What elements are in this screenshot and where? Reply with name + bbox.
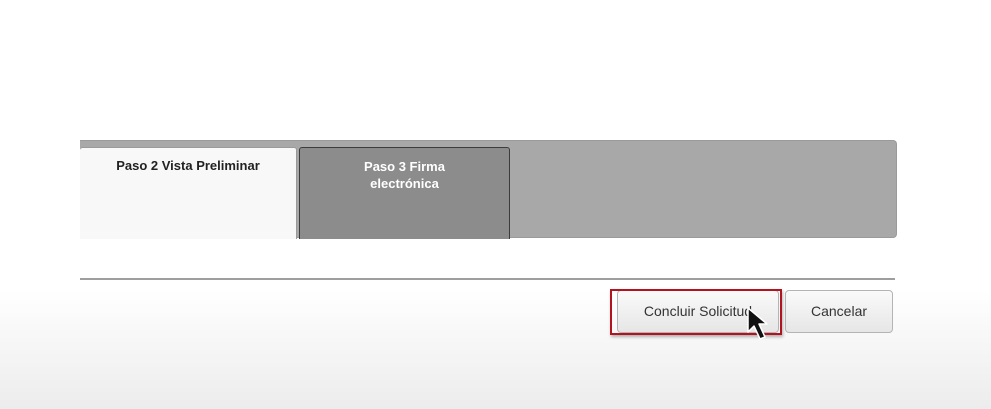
cancel-button[interactable]: Cancelar bbox=[785, 290, 893, 333]
conclude-request-button[interactable]: Concluir Solicitud bbox=[617, 290, 779, 333]
tab-step2-preview[interactable]: Paso 2 Vista Preliminar bbox=[80, 147, 297, 239]
tab-step3-label: Paso 3 Firma electrónica bbox=[364, 159, 445, 191]
step-tabs-bar: Paso 2 Vista Preliminar Paso 3 Firma ele… bbox=[80, 140, 897, 239]
divider bbox=[80, 278, 895, 280]
tab-step3-electronic-signature[interactable]: Paso 3 Firma electrónica bbox=[299, 147, 510, 239]
tab-step2-label: Paso 2 Vista Preliminar bbox=[116, 158, 260, 173]
